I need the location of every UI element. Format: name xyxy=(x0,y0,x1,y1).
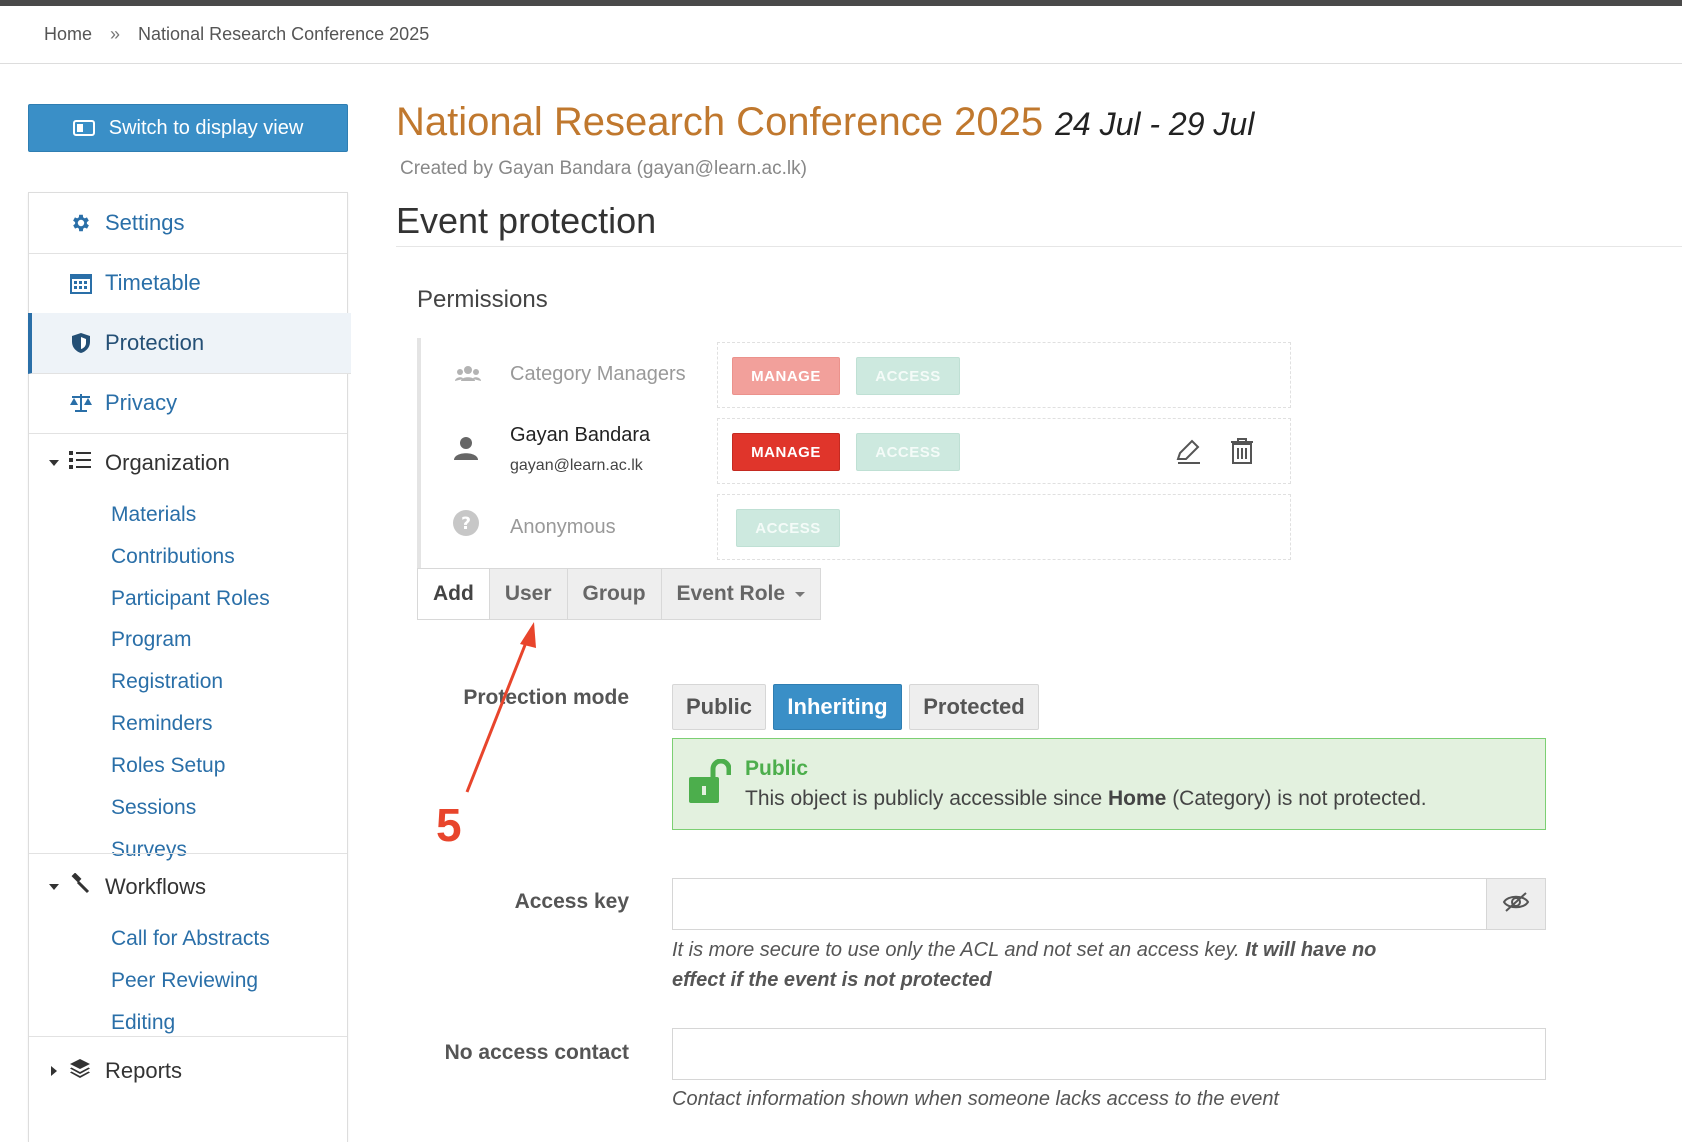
annotation-arrow xyxy=(465,622,536,793)
annotation-step-number: 5 xyxy=(436,799,462,851)
